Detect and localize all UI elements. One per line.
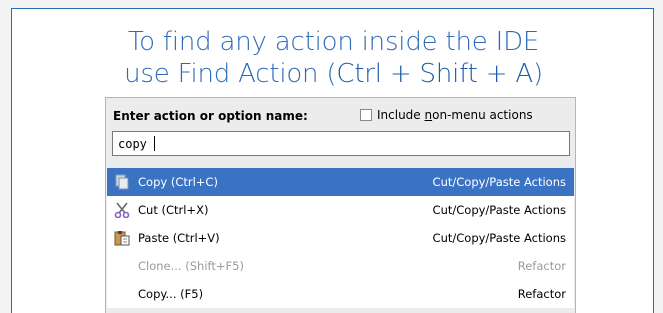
tip-heading-line2: use Find Action (Ctrl + Shift + A)	[12, 58, 655, 90]
result-row-4[interactable]: Copy... (F5) Refactor	[107, 280, 574, 308]
paste-icon	[114, 230, 130, 246]
result-label: Clone... (Shift+F5)	[138, 259, 244, 273]
checkbox-label-post: on-menu actions	[432, 108, 533, 122]
find-action-dialog: Enter action or option name: Include non…	[105, 97, 576, 313]
checkbox-label-mnemonic: n	[424, 108, 433, 122]
result-label: Copy (Ctrl+C)	[138, 175, 218, 189]
include-non-menu-checkbox[interactable]	[360, 109, 372, 121]
result-row-0[interactable]: Copy (Ctrl+C) Cut/Copy/Paste Actions	[107, 168, 574, 196]
tip-heading-line2-suffix: )	[532, 59, 543, 89]
action-search-input[interactable]	[112, 131, 570, 156]
copy-icon	[114, 174, 130, 190]
results-list: Copy (Ctrl+C) Cut/Copy/Paste Actions Cut…	[107, 168, 574, 308]
tip-heading-line1: To find any action inside the IDE	[127, 27, 540, 57]
result-group: Refactor	[517, 259, 566, 273]
tip-heading: To find any action inside the IDE use Fi…	[12, 26, 655, 90]
result-row-1[interactable]: Cut (Ctrl+X) Cut/Copy/Paste Actions	[107, 196, 574, 224]
result-label: Copy... (F5)	[138, 287, 204, 301]
result-group: Refactor	[517, 287, 566, 301]
result-group: Cut/Copy/Paste Actions	[432, 203, 566, 217]
include-non-menu-label[interactable]: Include non-menu actions	[377, 108, 533, 122]
shortcut-text: Ctrl + Shift + A	[336, 59, 533, 89]
text-caret	[154, 136, 155, 151]
result-label: Paste (Ctrl+V)	[138, 231, 220, 245]
checkbox-label-pre: Include	[377, 108, 425, 122]
result-group: Cut/Copy/Paste Actions	[432, 231, 566, 245]
result-group: Cut/Copy/Paste Actions	[432, 175, 566, 189]
result-row-2[interactable]: Paste (Ctrl+V) Cut/Copy/Paste Actions	[107, 224, 574, 252]
scissors-icon	[114, 202, 130, 219]
result-row-3[interactable]: Clone... (Shift+F5) Refactor	[107, 252, 574, 280]
result-label: Cut (Ctrl+X)	[138, 203, 209, 217]
tip-heading-line2-prefix: use Find Action (	[124, 59, 337, 89]
action-name-prompt: Enter action or option name:	[113, 109, 308, 123]
